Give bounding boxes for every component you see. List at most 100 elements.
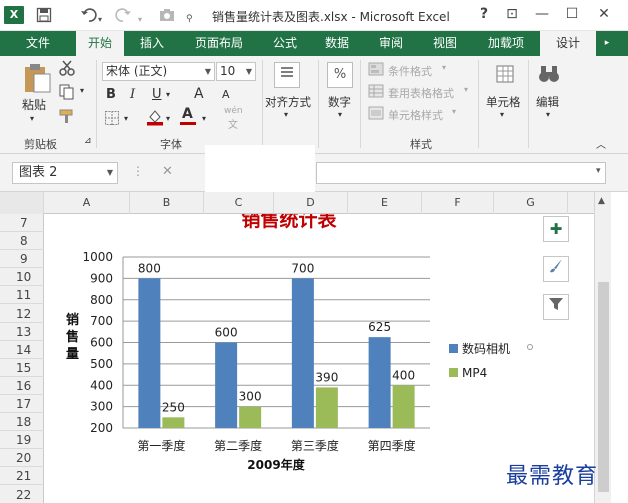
bold-button[interactable]: B [106, 87, 116, 102]
chart-area[interactable]: 销售统计表 200 300 400 500 600 700 800 900 1000 销售量 第一季度… [44, 208, 534, 494]
minimize-button[interactable]: — [530, 6, 554, 22]
alignment-dropdown-icon[interactable]: ▾ [284, 110, 288, 119]
column-header[interactable]: G [494, 192, 568, 214]
name-box[interactable]: 图表 2 ▼ [12, 162, 118, 184]
italic-button[interactable]: I [130, 87, 135, 102]
cut-icon[interactable] [58, 60, 76, 79]
shrink-font-button[interactable]: A [222, 88, 230, 101]
column-header[interactable]: E [348, 192, 422, 214]
undo-dropdown-icon[interactable]: ▾ [98, 12, 102, 28]
column-header[interactable]: A [44, 192, 130, 214]
border-icon[interactable] [104, 110, 120, 129]
format-as-table-dropdown-icon[interactable]: ▾ [464, 85, 468, 94]
tab-page-layout[interactable]: 页面布局 [184, 31, 254, 56]
row-header[interactable]: 17 [0, 395, 44, 413]
column-header[interactable]: B [130, 192, 204, 214]
row-header[interactable]: 12 [0, 305, 44, 323]
row-header[interactable]: 7 [0, 214, 44, 232]
paste-dropdown-icon[interactable]: ▾ [30, 114, 34, 123]
phonetic-top-label[interactable]: wén [224, 106, 243, 116]
format-as-table-button[interactable]: 套用表格格式 [388, 85, 454, 101]
number-button-label[interactable]: 数字 [328, 94, 351, 110]
font-color-button[interactable]: A [182, 106, 193, 122]
underline-button[interactable]: U [152, 87, 162, 102]
row-header[interactable]: 13 [0, 323, 44, 341]
number-format-icon[interactable]: % [327, 62, 353, 88]
cell-styles-button[interactable]: 单元格样式 [388, 107, 443, 123]
filter-icon[interactable] [543, 294, 569, 320]
tabs-scroll-right-icon[interactable]: ▸ [600, 31, 614, 56]
font-color-dropdown-icon[interactable]: ▾ [202, 114, 206, 123]
binoculars-icon[interactable] [538, 64, 560, 87]
maximize-button[interactable]: ☐ [560, 6, 584, 22]
row-header[interactable]: 19 [0, 431, 44, 450]
cell-styles-dropdown-icon[interactable]: ▾ [452, 107, 456, 116]
conditional-format-dropdown-icon[interactable]: ▾ [442, 63, 446, 72]
redo-dropdown-icon[interactable]: ▾ [138, 12, 142, 28]
tab-addins[interactable]: 加载项 [478, 31, 534, 56]
row-header[interactable]: 20 [0, 449, 44, 468]
alignment-icon[interactable] [274, 62, 300, 88]
row-header[interactable]: 15 [0, 359, 44, 377]
font-name-combo[interactable]: 宋体 (正文) ▼ [102, 62, 215, 81]
row-header[interactable]: 8 [0, 232, 44, 251]
editing-button-label[interactable]: 编辑 [536, 94, 559, 110]
fill-color-dropdown-icon[interactable]: ▾ [166, 114, 170, 123]
phonetic-bottom-label[interactable]: 文 [228, 116, 238, 131]
select-all-corner[interactable] [0, 192, 44, 214]
tab-insert[interactable]: 插入 [128, 31, 176, 56]
brush-icon[interactable] [543, 256, 569, 282]
formula-input[interactable] [316, 162, 606, 184]
row-header[interactable]: 16 [0, 377, 44, 395]
collapse-ribbon-icon[interactable]: ︿ [596, 136, 606, 151]
row-header[interactable]: 21 [0, 467, 44, 486]
clipboard-launcher-icon[interactable]: ⊿ [84, 136, 92, 146]
undo-icon[interactable] [80, 7, 98, 26]
cancel-entry-button[interactable]: ✕ [162, 164, 173, 179]
format-painter-icon[interactable] [58, 108, 76, 127]
tab-review[interactable]: 审阅 [368, 31, 414, 56]
row-header[interactable]: 22 [0, 486, 44, 503]
tab-home[interactable]: 开始 [76, 31, 124, 57]
cell-styles-icon[interactable] [368, 106, 384, 123]
underline-dropdown-icon[interactable]: ▾ [166, 90, 170, 99]
border-dropdown-icon[interactable]: ▾ [124, 114, 128, 123]
number-dropdown-icon[interactable]: ▾ [338, 110, 342, 119]
excel-app-icon[interactable]: X [4, 6, 24, 24]
save-icon[interactable] [36, 7, 52, 26]
close-button[interactable]: ✕ [592, 6, 616, 22]
row-header[interactable]: 11 [0, 286, 44, 305]
paste-label[interactable]: 粘贴 [22, 96, 46, 113]
row-header[interactable]: 10 [0, 268, 44, 287]
row-header[interactable]: 14 [0, 341, 44, 359]
cells-button-label[interactable]: 单元格 [486, 94, 521, 110]
paste-icon[interactable] [22, 62, 52, 97]
copy-icon[interactable] [58, 84, 76, 103]
tab-formulas[interactable]: 公式 [262, 31, 308, 56]
conditional-format-button[interactable]: 条件格式 [388, 63, 432, 79]
formula-bar-more-icon[interactable]: ⋮ [132, 164, 144, 178]
customize-qat-icon[interactable]: ⚲ [186, 11, 193, 27]
column-header[interactable]: D [274, 192, 348, 214]
row-header[interactable]: 9 [0, 250, 44, 269]
conditional-format-icon[interactable] [368, 62, 384, 79]
vertical-scrollbar[interactable]: ▲ [594, 192, 611, 503]
font-size-combo[interactable]: 10 ▼ [216, 62, 256, 81]
ribbon-display-options-button[interactable]: ⊡ [500, 6, 524, 22]
camera-icon[interactable] [158, 7, 176, 26]
tab-view[interactable]: 视图 [422, 31, 468, 56]
tab-design[interactable]: 设计 [540, 31, 596, 56]
scroll-up-icon[interactable]: ▲ [598, 196, 605, 206]
tab-file[interactable]: 文件 [0, 31, 76, 56]
copy-dropdown-icon[interactable]: ▾ [80, 86, 84, 95]
redo-icon[interactable] [114, 7, 132, 26]
row-header[interactable]: 18 [0, 413, 44, 432]
cells-icon[interactable] [495, 64, 515, 87]
tab-data[interactable]: 数据 [314, 31, 360, 56]
format-as-table-icon[interactable] [368, 84, 384, 101]
scroll-thumb[interactable] [598, 282, 609, 492]
column-header[interactable]: C [204, 192, 274, 214]
column-header[interactable]: F [422, 192, 494, 214]
cells-dropdown-icon[interactable]: ▾ [500, 110, 504, 119]
plus-icon[interactable]: ✚ [543, 216, 569, 242]
